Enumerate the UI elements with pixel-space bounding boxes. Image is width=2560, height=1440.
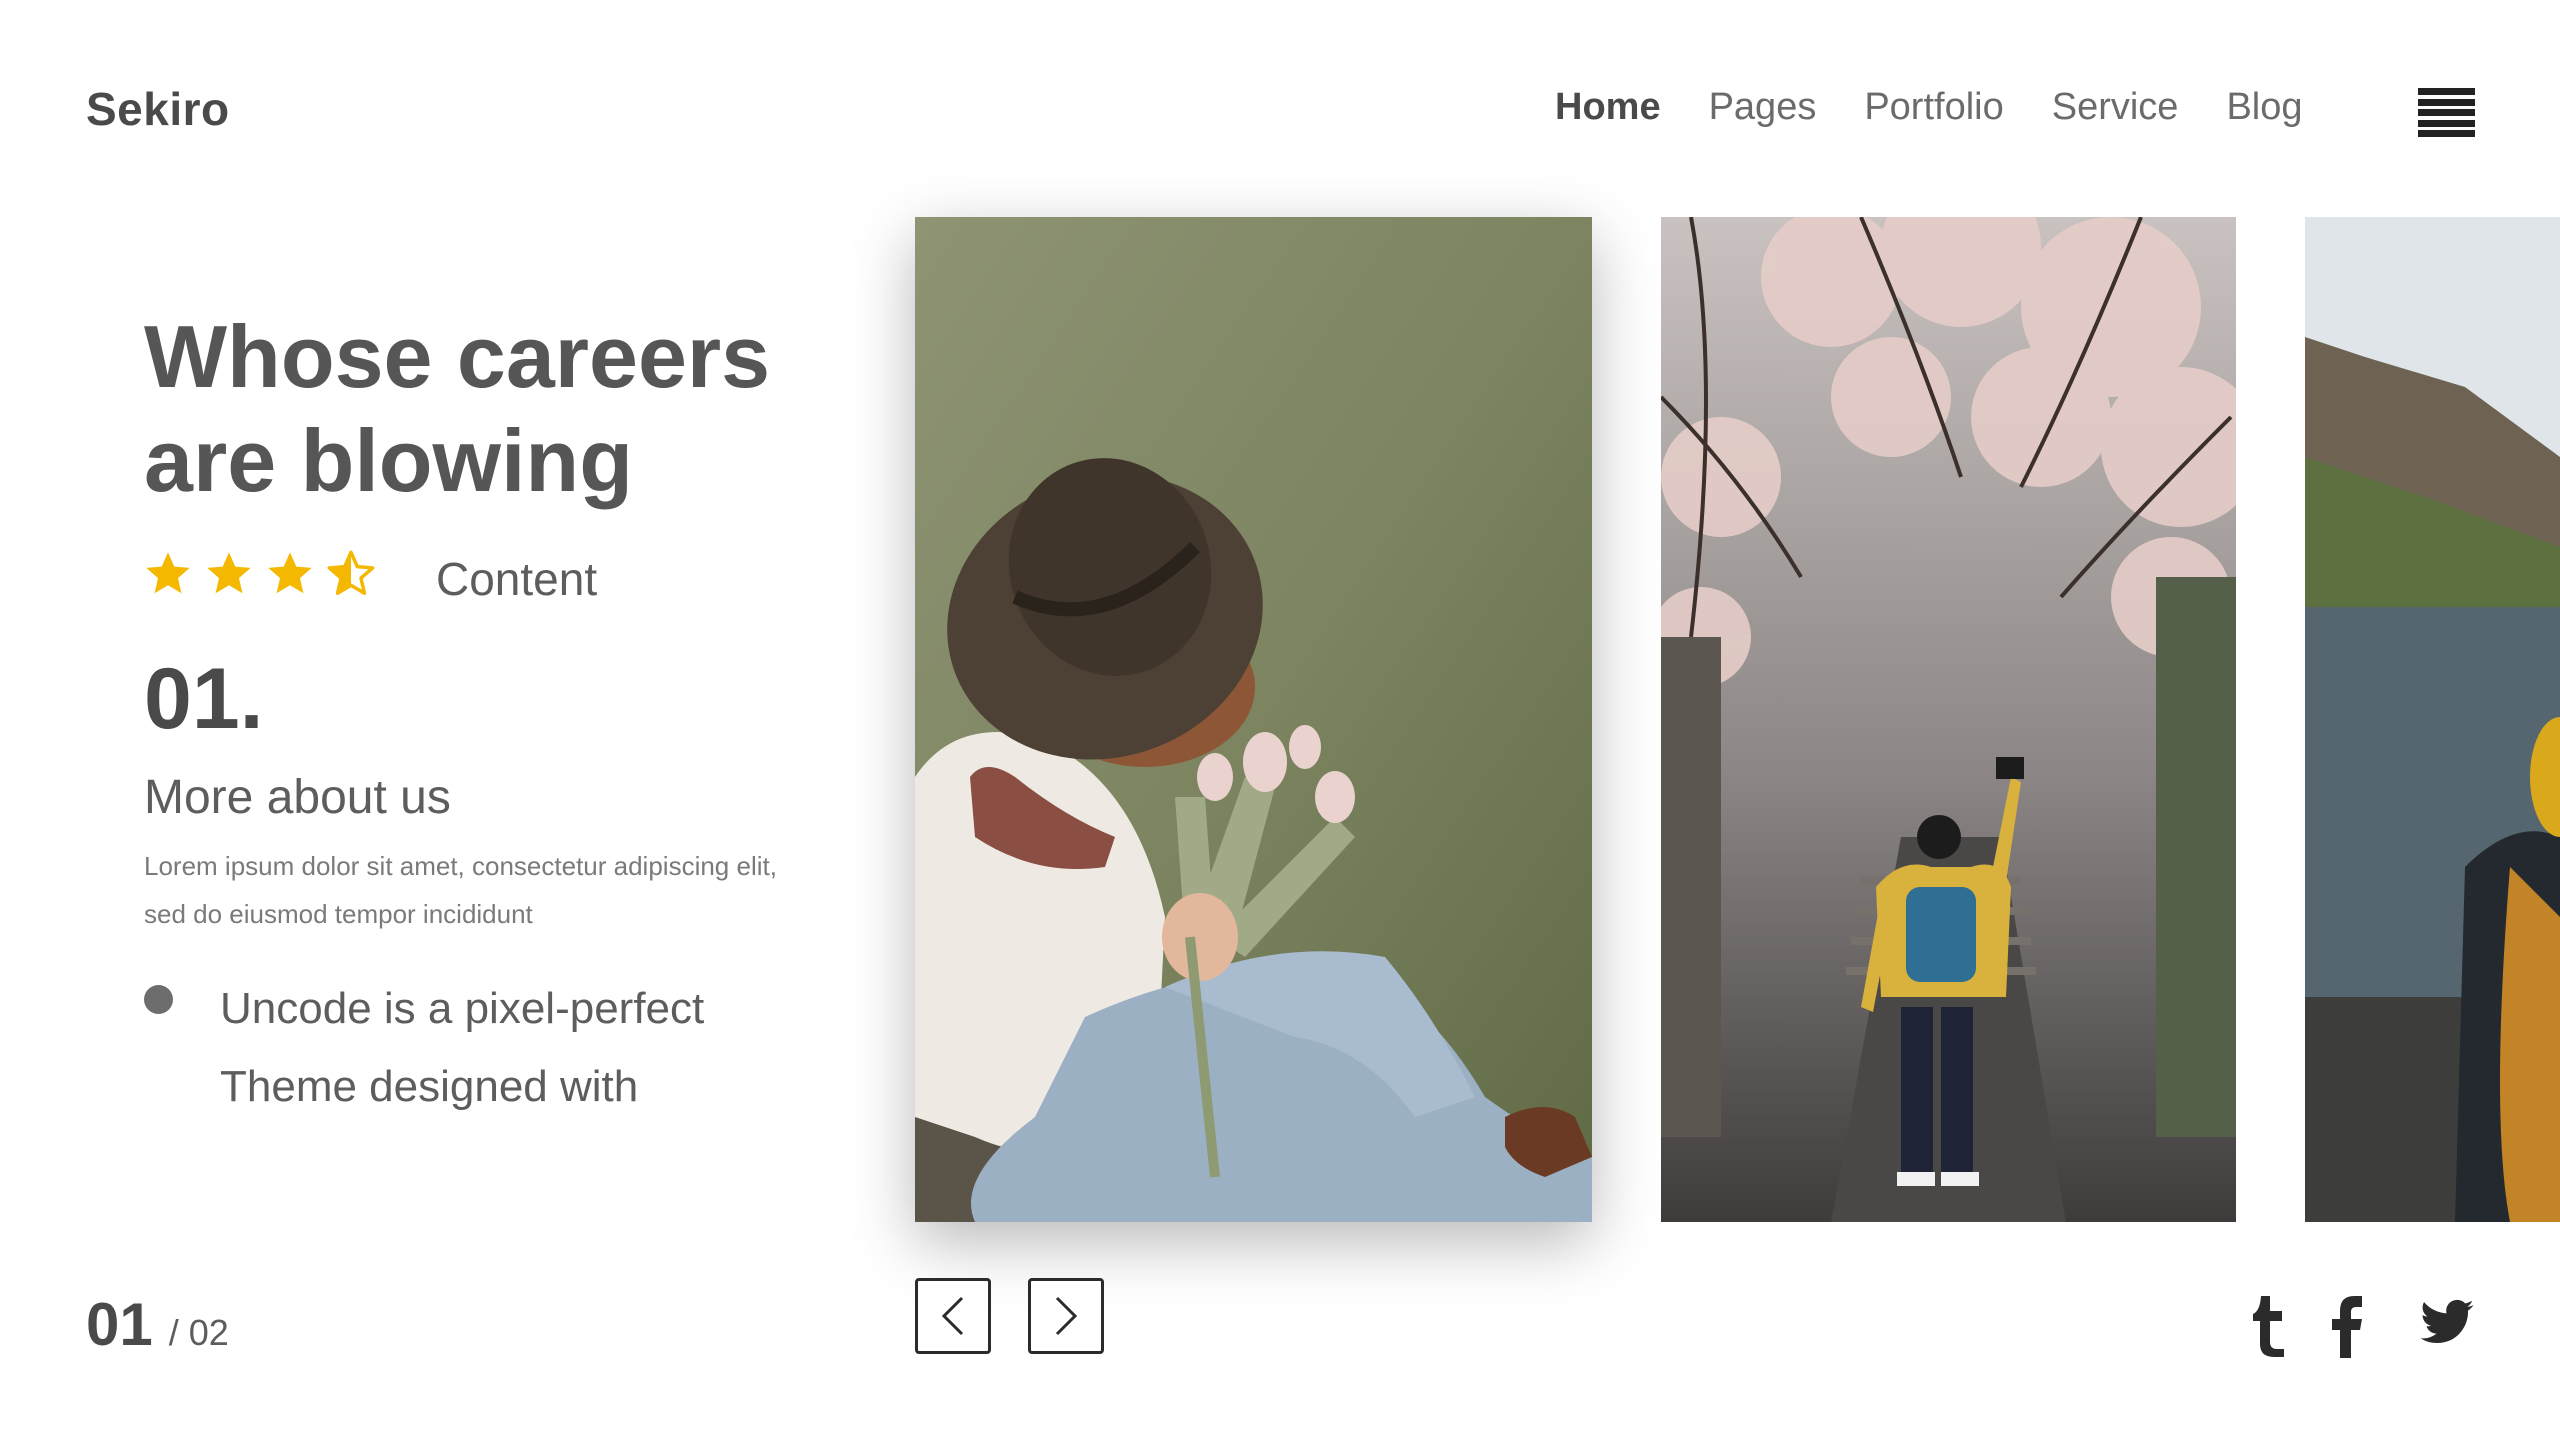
tumblr-icon[interactable] [2248,1294,2308,1358]
main-nav: Home Pages Portfolio Service Blog [1555,86,2351,129]
hamburger-icon[interactable] [2418,88,2475,137]
star-full-icon [207,552,251,594]
bullet-dot [144,985,173,1014]
nav-item-pages[interactable]: Pages [1709,86,1817,129]
section-title: More about us [144,771,451,824]
man-photographing-cherry-blossoms-photo[interactable] [1661,217,2236,1222]
next-slide-button[interactable] [1028,1278,1104,1354]
site-logo[interactable]: Sekiro [86,82,230,136]
twitter-icon[interactable] [2418,1294,2478,1358]
chevron-left-icon [941,1296,964,1336]
star-full-icon [268,552,312,594]
star-full-icon [146,552,190,594]
chevron-right-icon [1055,1296,1078,1336]
slide-current: 01 [86,1291,153,1358]
facebook-icon[interactable] [2330,1294,2390,1358]
nav-item-service[interactable]: Service [2052,86,2179,129]
star-half-icon [327,550,375,596]
slide-total: / 02 [168,1312,229,1353]
nav-item-home[interactable]: Home [1555,86,1661,129]
headline-line-1: Whose careers [144,307,771,406]
previous-slide-button[interactable] [915,1278,991,1354]
woman-with-hat-and-tulips-photo[interactable] [915,217,1592,1222]
slide-counter: 01 / 02 [86,1290,229,1359]
headline-line-2: are blowing [144,411,633,510]
bullet-line-1: Uncode is a pixel-perfect [220,984,705,1033]
bullet-line-2: Theme designed with [220,1062,639,1111]
star-rating: Content [142,548,597,605]
hiker-by-lake-photo[interactable] [2305,217,2560,1222]
nav-item-portfolio[interactable]: Portfolio [1864,86,2003,129]
section-number: 01. [144,651,264,747]
hero-headline: Whose careers are blowing [144,305,824,513]
nav-item-blog[interactable]: Blog [2226,86,2302,129]
rating-label: Content [436,553,598,605]
section-description: Lorem ipsum dolor sit amet, consectetur … [144,851,777,929]
bullet-text: Uncode is a pixel-perfect Theme designed… [220,970,840,1126]
